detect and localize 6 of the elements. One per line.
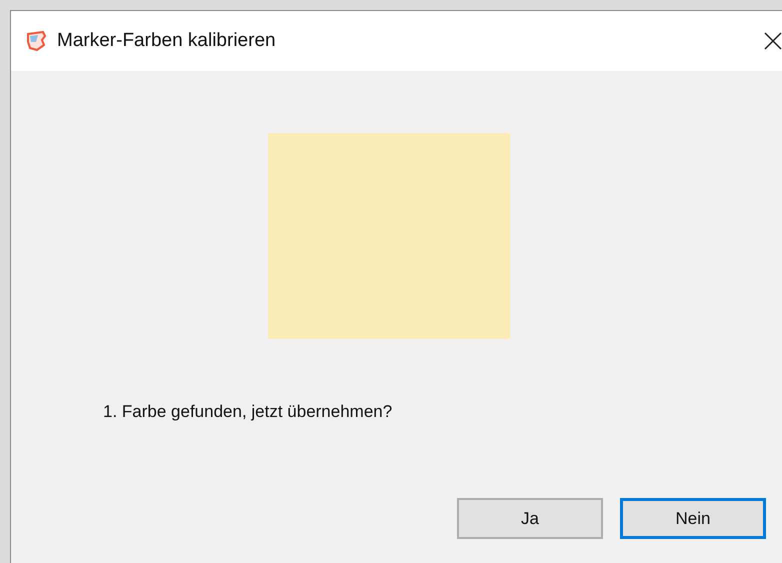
message-text: 1. Farbe gefunden, jetzt übernehmen?: [103, 402, 392, 422]
app-icon: [25, 30, 47, 52]
no-button[interactable]: Nein: [620, 498, 766, 539]
close-icon[interactable]: [763, 31, 782, 51]
window-title: Marker-Farben kalibrieren: [57, 30, 276, 52]
yes-button[interactable]: Ja: [457, 498, 603, 539]
